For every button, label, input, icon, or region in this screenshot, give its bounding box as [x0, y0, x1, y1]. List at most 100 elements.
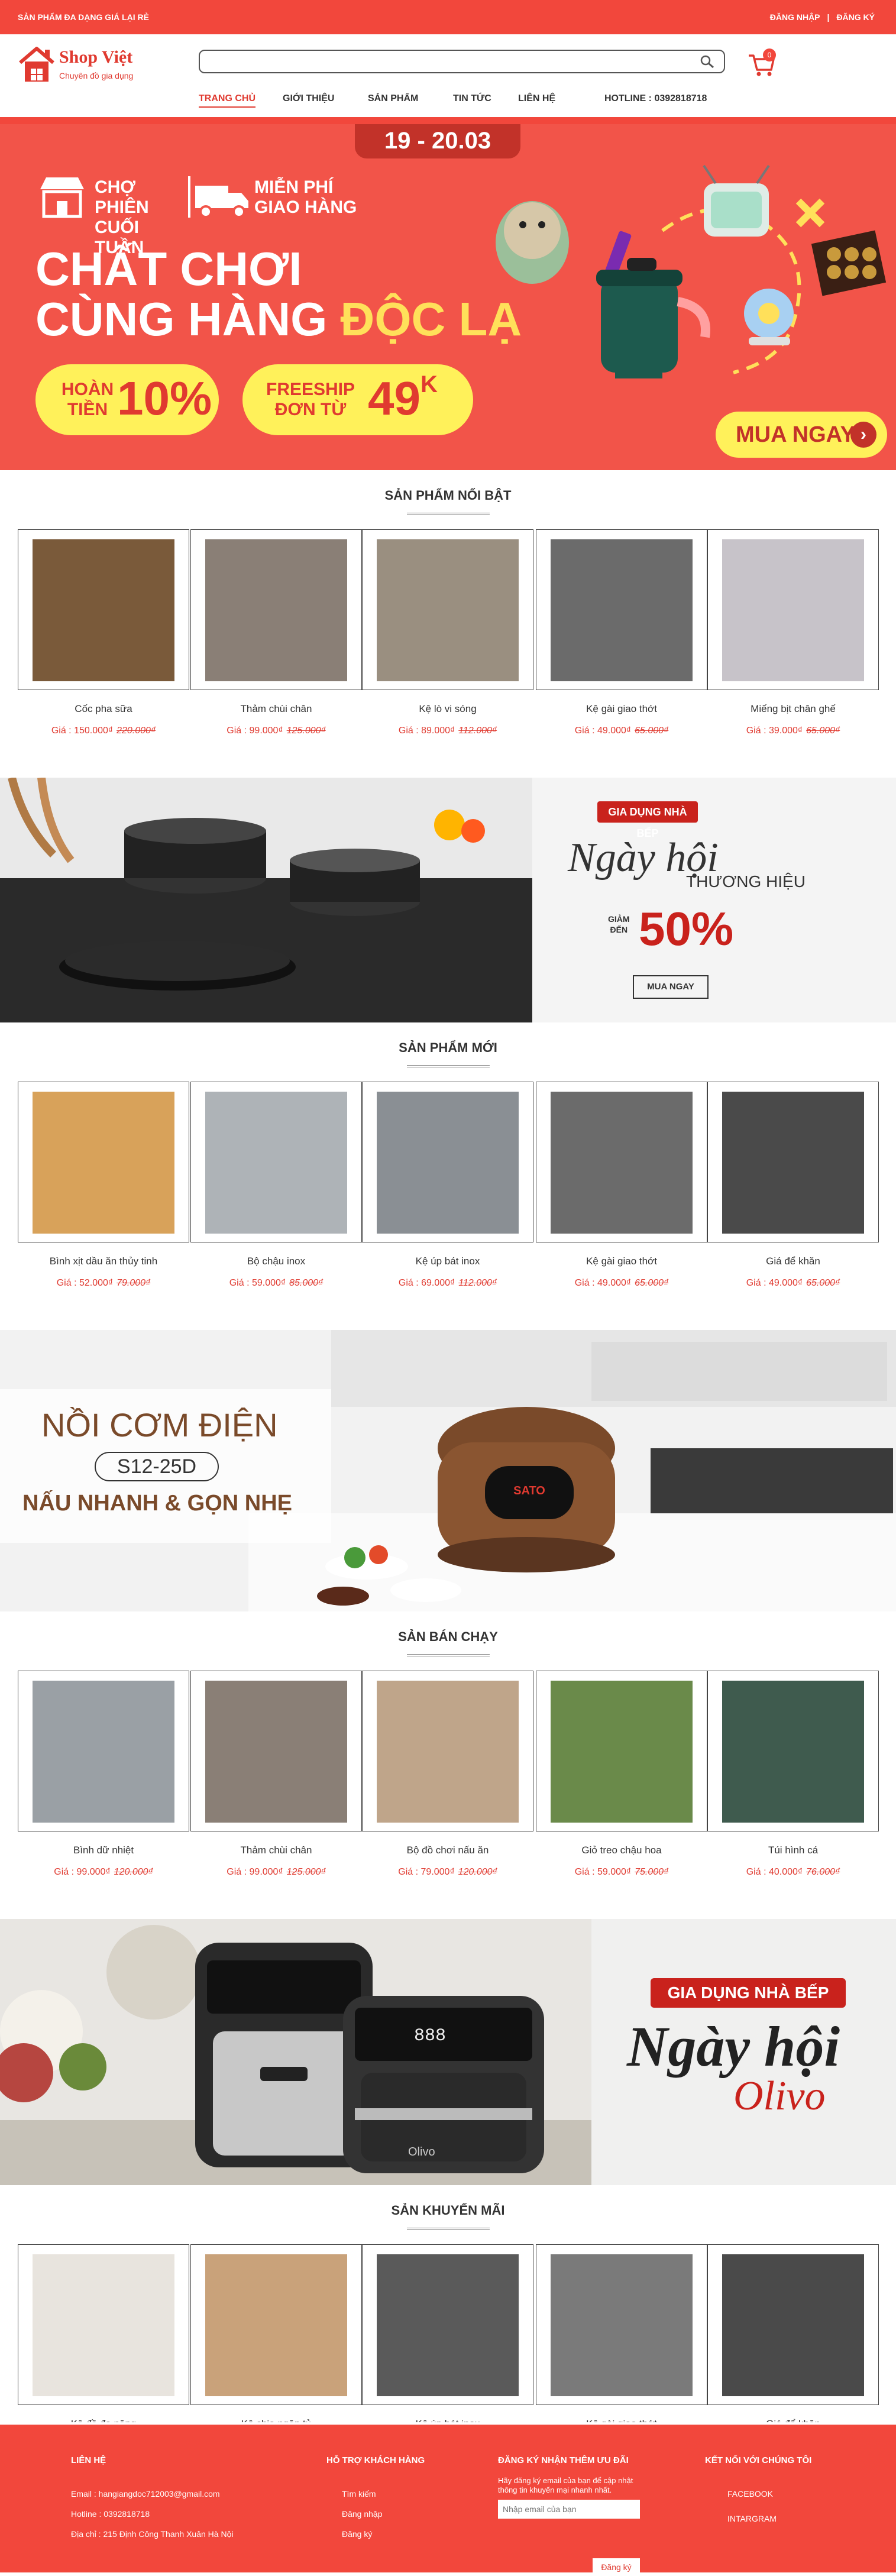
product-image[interactable] [722, 1092, 864, 1234]
footer-instagram-link[interactable]: INTARGRAM [727, 2514, 811, 2523]
product-price: Giá : 99.000₫ 125.000₫ [190, 726, 362, 736]
product-name[interactable]: Miếng bịt chân ghế [707, 703, 879, 715]
product-card[interactable]: Kệ gài giao thớtGiá : 49.000₫65.000₫ [536, 2244, 707, 2451]
nav-item-news[interactable]: TIN TỨC [453, 93, 491, 104]
current-price: Giá : 39.000₫ [746, 726, 803, 736]
header: Shop Việt Chuyên đồ gia dụng 0 [0, 34, 896, 88]
title-underline [406, 1654, 490, 1656]
product-card[interactable]: Thảm chùi chân Giá : 99.000₫ 125.000₫ [190, 529, 362, 736]
product-image[interactable] [722, 539, 864, 681]
old-price: 112.000₫ [458, 1278, 497, 1288]
search-icon[interactable] [699, 54, 716, 69]
product-image[interactable] [33, 1092, 174, 1234]
product-name[interactable]: Kệ lò vi sóng [362, 703, 533, 715]
nav-item-about[interactable]: GIỚI THIỆU [283, 93, 334, 104]
product-card[interactable]: Kệ đồ đa năngGiá : 72.000₫120.000₫ [18, 2244, 189, 2451]
newsletter-submit-button[interactable]: Đăng ký [593, 2558, 640, 2576]
product-image[interactable] [205, 539, 347, 681]
product-name[interactable]: Bộ đồ chơi nấu ăn [362, 1844, 533, 1856]
product-card[interactable]: Cốc pha sữa Giá : 150.000₫ 220.000₫ [18, 529, 189, 736]
product-name[interactable]: Túi hình cá [707, 1844, 879, 1856]
product-card[interactable]: Kệ gài giao thớtGiá : 49.000₫65.000₫ [536, 529, 707, 736]
nav-item-home[interactable]: TRANG CHỦ [199, 93, 255, 108]
product-image[interactable] [205, 1092, 347, 1234]
freeship-label-1: FREESHIP [266, 380, 355, 399]
air-fryer-illustration: 888 Olivo [0, 1919, 591, 2185]
product-image-frame [536, 1082, 707, 1242]
discount-value: 50% [639, 902, 734, 955]
product-image[interactable] [33, 539, 174, 681]
product-card[interactable]: Kệ úp bát inox Giá : 69.000₫ 112.000₫ [362, 1082, 533, 1289]
product-name[interactable]: Giá để khăn [707, 1255, 879, 1267]
product-card[interactable]: Kệ gài giao thớtGiá : 49.000₫65.000₫ [536, 1082, 707, 1289]
product-card[interactable]: Giá để khăn Giá : 49.000₫ 65.000₫ [707, 1082, 879, 1289]
footer-link-register[interactable]: Đăng ký [342, 2529, 425, 2539]
footer-hotline: Hotline : 0392818718 [71, 2509, 150, 2519]
product-image[interactable] [377, 1092, 519, 1234]
product-image[interactable] [722, 2254, 864, 2396]
old-price: 85.000₫ [289, 1278, 324, 1288]
product-card[interactable]: Bình xịt dầu ăn thủy tinh Giá : 52.000₫ 79… [18, 1082, 189, 1289]
product-card[interactable]: Bộ chậu inox Giá : 59.000₫ 85.000₫ [190, 1082, 362, 1289]
rice-cooker-banner[interactable]: SATO NỒI CƠM ĐIỆN S12-25D NẤU NHANH & GỌ… [0, 1330, 896, 1611]
banner2-buy-button[interactable]: MUA NGAY [633, 975, 709, 999]
nav-item-products[interactable]: SẢN PHẨM [368, 93, 418, 104]
product-card[interactable]: Giá để khănGiá : 39.000₫65.000₫ [707, 2244, 879, 2451]
product-name[interactable]: Bình xịt dầu ăn thủy tinh [18, 1255, 189, 1267]
login-link[interactable]: ĐĂNG NHẬP [770, 12, 820, 22]
product-name[interactable]: Giỏ treo chậu hoa [536, 1844, 707, 1856]
hero-banner[interactable]: 19 - 20.03 CHỢ PHIÊN CUỐI TUẦN MIỄN PHÍ GI… [0, 124, 896, 470]
cart-button[interactable]: 0 [746, 48, 778, 78]
product-name[interactable]: Bình dữ nhiệt [18, 1844, 189, 1856]
product-card[interactable]: Bình dữ nhiệt Giá : 99.000₫ 120.000₫ [18, 1671, 189, 1878]
product-image-frame [362, 1082, 533, 1242]
product-image[interactable] [377, 1681, 519, 1823]
kitchen-brand-banner[interactable]: GIA DỤNG NHÀ BẾP Ngày hội THƯƠNG HIỆU GI… [0, 778, 896, 1022]
product-name[interactable]: Kệ úp bát inox [362, 1255, 533, 1267]
freeship-label-2: ĐƠN TỪ [274, 400, 347, 419]
product-name[interactable]: Cốc pha sữa [18, 703, 189, 715]
product-image-frame [18, 2244, 189, 2405]
product-image-frame [18, 529, 189, 690]
product-image[interactable] [377, 2254, 519, 2396]
footer-link-login[interactable]: Đăng nhập [342, 2509, 425, 2519]
cooker-title: NỒI CƠM ĐIỆN [41, 1406, 278, 1444]
product-image[interactable] [205, 2254, 347, 2396]
product-card[interactable]: Túi hình cá Giá : 40.000₫ 76.000₫ [707, 1671, 879, 1878]
footer-social: KẾT NỐI VỚI CHÚNG TÔI FACEBOOK INTARGRAM [705, 2455, 811, 2534]
product-card[interactable]: Thảm chùi chân Giá : 99.000₫ 125.000₫ [190, 1671, 362, 1878]
footer-link-search[interactable]: Tìm kiếm [342, 2489, 425, 2499]
product-image-frame [18, 1671, 189, 1831]
buy-now-button[interactable]: MUA NGAY › [716, 412, 887, 458]
olivo-banner[interactable]: 888 Olivo GIA DỤNG NHÀ BẾP Ngày hội Oliv… [0, 1919, 896, 2185]
product-card[interactable]: Miếng bịt chân ghế Giá : 39.000₫ 65.000₫ [707, 529, 879, 736]
product-image[interactable] [551, 1092, 693, 1234]
search-input[interactable] [200, 51, 724, 72]
product-image[interactable] [33, 1681, 174, 1823]
product-card[interactable]: Kệ úp bát inoxGiá : 89.000₫112.000₫ [362, 2244, 533, 2451]
nav-item-contact[interactable]: LIÊN HỆ [518, 93, 555, 104]
product-image[interactable] [722, 1681, 864, 1823]
current-price: Giá : 49.000₫ [574, 726, 632, 736]
register-link[interactable]: ĐĂNG KÝ [836, 12, 875, 22]
product-card[interactable]: Kệ chia ngăn tủGiá : 49.000₫85.000₫ [190, 2244, 362, 2451]
product-image[interactable] [205, 1681, 347, 1823]
product-name[interactable]: Bộ chậu inox [190, 1255, 362, 1267]
product-image[interactable] [377, 539, 519, 681]
logo[interactable]: Shop Việt Chuyên đồ gia dụng [18, 43, 142, 90]
product-image[interactable] [33, 2254, 174, 2396]
product-name[interactable]: Kệ gài giao thớt [536, 1255, 707, 1267]
product-image[interactable] [551, 1681, 693, 1823]
product-name[interactable]: Thảm chùi chân [190, 703, 362, 715]
product-card[interactable]: Giỏ treo chậu hoa Giá : 59.000₫ 75.000₫ [536, 1671, 707, 1878]
discount-label: GIẢM ĐẾN [608, 914, 630, 935]
product-image[interactable] [551, 539, 693, 681]
product-card[interactable]: Kệ lò vi sóng Giá : 89.000₫ 112.000₫ [362, 529, 533, 736]
product-card[interactable]: Bộ đồ chơi nấu ăn Giá : 79.000₫ 120.000₫ [362, 1671, 533, 1878]
product-name[interactable]: Thảm chùi chân [190, 1844, 362, 1856]
product-name[interactable]: Kệ gài giao thớt [536, 703, 707, 715]
product-image[interactable] [551, 2254, 693, 2396]
newsletter-email-input[interactable] [498, 2500, 640, 2519]
footer-facebook-link[interactable]: FACEBOOK [727, 2489, 811, 2499]
freeship-unit: K [420, 371, 438, 397]
